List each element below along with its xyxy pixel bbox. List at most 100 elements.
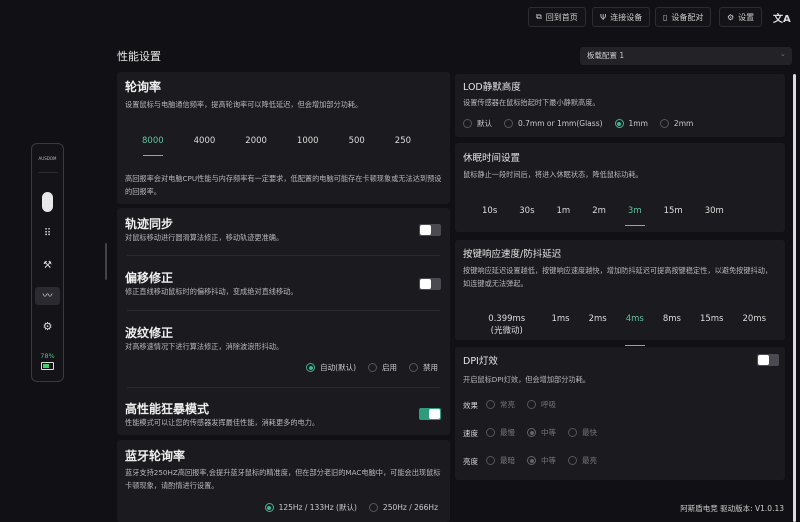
radio-label: 启用 [382, 363, 397, 372]
translate-icon[interactable]: 文A [773, 10, 791, 25]
polling-option[interactable]: 2000 [245, 136, 267, 146]
lod-radio[interactable]: 1mm [614, 118, 648, 129]
track-sync-desc: 对鼠标移动进行圆滑算法修正，移动轨迹更准确。 [125, 233, 284, 242]
dpi-light-radio[interactable]: 最快 [568, 427, 597, 438]
debounce-option[interactable]: 1ms [551, 314, 569, 336]
connect-device-button[interactable]: Ψ 连接设备 [592, 7, 651, 27]
settings-button[interactable]: ⚙ 设置 [719, 7, 763, 27]
dpi-light-toggle[interactable] [757, 354, 779, 366]
dpi-light-radio[interactable]: 最暗 [486, 455, 515, 466]
sleep-option[interactable]: 3m [628, 206, 642, 216]
polling-option[interactable]: 500 [349, 136, 365, 146]
radio-circle-icon [368, 503, 378, 512]
polling-option[interactable]: 250 [395, 136, 411, 146]
radio-circle-icon [504, 119, 513, 128]
radio-label: 125Hz / 133Hz (默认) [278, 503, 357, 512]
dpi-light-card: DPI灯效 开启鼠标DPI灯效，但会增加部分功耗。 效果 常亮 呼吸 速度 最慢 中等 最快… [455, 347, 785, 480]
lod-card: LOD静默高度 设置传感器在鼠标抬起时下最小静默高度。 默认 0.7mm or 1… [455, 74, 785, 137]
turbo-desc: 性能模式可以让您的传感器发挥最佳性能，消耗更多的电力。 [125, 418, 320, 427]
profile-select[interactable]: 板载配置 1 ⌄ [580, 47, 792, 65]
performance-nav-icon[interactable]: 〰 [35, 287, 60, 305]
mouse-icon: ▯ [663, 12, 668, 22]
sleep-options: 10s 30s 1m 2m 3m 15m 30m [482, 206, 746, 216]
track-sync-title: 轨迹同步 [125, 217, 174, 231]
radio-label: 常亮 [500, 400, 515, 409]
dpi-light-radio[interactable]: 中等 [527, 455, 556, 466]
ripple_fix-radio[interactable]: 启用 [368, 362, 397, 373]
sleep-option[interactable]: 1m [557, 206, 571, 216]
radio-label: 2mm [673, 119, 694, 128]
debounce-option[interactable]: 8ms [663, 314, 681, 336]
ripple_fix-radio[interactable]: 自动(默认) [306, 362, 356, 373]
page-title: 性能设置 [117, 50, 161, 63]
bt-polling-desc: 蓝牙支持250HZ高回报率,会提升蓝牙鼠标的精准度，但在部分老旧的MAC电脑中，… [125, 468, 441, 490]
dpi-light-settings: 效果 常亮 呼吸 速度 最慢 中等 最快 亮度 最暗 中等 最亮 [463, 391, 597, 475]
lod-radio[interactable]: 默认 [463, 118, 492, 129]
radio-label: 自动(默认) [320, 363, 356, 372]
ripple-fix-desc: 对高移速情况下进行算法修正，消除波浪形抖动。 [125, 342, 284, 351]
radio-circle-icon [486, 400, 495, 409]
signal-icon: Ψ [600, 12, 607, 22]
radio-label: 呼吸 [541, 400, 556, 409]
debounce-option[interactable]: 0.399ms (光微动) [481, 314, 532, 336]
debounce-desc: 按键响应延迟设置越低，按键响应速度越快，增加防抖延迟可提高按键稳定性，以避免按键… [463, 266, 773, 288]
lod-radio[interactable]: 2mm [659, 118, 694, 129]
radio-circle-icon [486, 428, 495, 437]
track-sync-toggle[interactable] [419, 224, 441, 236]
keypad-nav-icon[interactable]: ⠿ [32, 228, 63, 239]
radio-circle-icon [368, 363, 377, 372]
radio-label: 最快 [582, 428, 597, 437]
radio-label: 0.7mm or 1mm(Glass) [518, 119, 603, 128]
offset-fix-desc: 修正直线移动鼠标时的偏移抖动，变成绝对直线移动。 [125, 287, 298, 296]
radio-label: 中等 [541, 428, 556, 437]
home-button[interactable]: ⧉ 回到首页 [528, 7, 586, 27]
lod-title: LOD静默高度 [463, 82, 521, 93]
sleep-option[interactable]: 2m [592, 206, 606, 216]
dpi-light-radio[interactable]: 最慢 [486, 427, 515, 438]
sleep-option[interactable]: 10s [482, 206, 497, 216]
radio-circle-icon [409, 363, 418, 372]
offset-fix-toggle[interactable] [419, 278, 441, 290]
debounce-option[interactable]: 15ms [700, 314, 724, 336]
bt_polling-radio[interactable]: 250Hz / 266Hz [368, 502, 438, 513]
pair-device-button[interactable]: ▯ 设备配对 [655, 7, 712, 27]
radio-circle-icon [568, 456, 577, 465]
polling-option[interactable]: 4000 [194, 136, 216, 146]
dpi-light-radio[interactable]: 中等 [527, 427, 556, 438]
lod-radio[interactable]: 0.7mm or 1mm(Glass) [504, 118, 603, 129]
polling-desc: 设置鼠标与电脑通信频率，提高轮询率可以降低延迟，但会增加部分功耗。 [125, 100, 363, 109]
radio-circle-icon [527, 400, 536, 409]
radio-label: 中等 [541, 456, 556, 465]
scrollbar[interactable] [793, 74, 796, 522]
debounce-card: 按键响应速度/防抖延迟 按键响应延迟设置越低，按键响应速度越快，增加防抖延迟可提… [455, 240, 785, 340]
polling-rate-card: 轮询率 设置鼠标与电脑通信频率，提高轮询率可以降低延迟，但会增加部分功耗。 80… [117, 72, 450, 204]
gear-nav-icon[interactable]: ⚙ [32, 320, 63, 333]
dpi-light-radio[interactable]: 最亮 [568, 455, 597, 466]
turbo-toggle[interactable] [419, 408, 441, 420]
dpi-light-row: 效果 常亮 呼吸 [463, 391, 597, 419]
debounce-option[interactable]: 2ms [589, 314, 607, 336]
dpi-light-radio[interactable]: 常亮 [486, 399, 515, 410]
radio-circle-icon [659, 119, 669, 128]
sleep-option[interactable]: 15m [664, 206, 683, 216]
debounce-option[interactable]: 20ms [742, 314, 766, 336]
scrollbar-handle[interactable] [105, 243, 107, 280]
sleep-option[interactable]: 30s [519, 206, 534, 216]
radio-circle-icon [306, 363, 316, 372]
sleep-desc: 鼠标静止一段时间后，将进入休眠状态，降低鼠标功耗。 [463, 170, 643, 179]
divider [127, 387, 440, 388]
bt_polling-radio[interactable]: 125Hz / 133Hz (默认) [264, 502, 357, 513]
turbo-title: 高性能狂暴模式 [125, 402, 210, 416]
magic-wand-nav-icon[interactable]: ⚒ [32, 260, 63, 271]
dpi-light-radio[interactable]: 呼吸 [527, 399, 556, 410]
gear-icon: ⚙ [727, 12, 735, 22]
mouse-nav-icon[interactable] [42, 192, 53, 212]
ripple_fix-radio[interactable]: 禁用 [409, 362, 438, 373]
sleep-option[interactable]: 30m [705, 206, 724, 216]
polling-option[interactable]: 8000 [142, 136, 164, 146]
debounce-option[interactable]: 4ms [626, 314, 644, 336]
polling-option[interactable]: 1000 [297, 136, 319, 146]
polling-note: 高回报率会对电脑CPU性能与内存频率有一定要求，低配置的电脑可能存在卡顿现象或无… [125, 174, 442, 196]
polling-options: 8000 4000 2000 1000 500 250 [142, 136, 441, 146]
bt-polling-options: 125Hz / 133Hz (默认) 250Hz / 266Hz [253, 502, 438, 513]
